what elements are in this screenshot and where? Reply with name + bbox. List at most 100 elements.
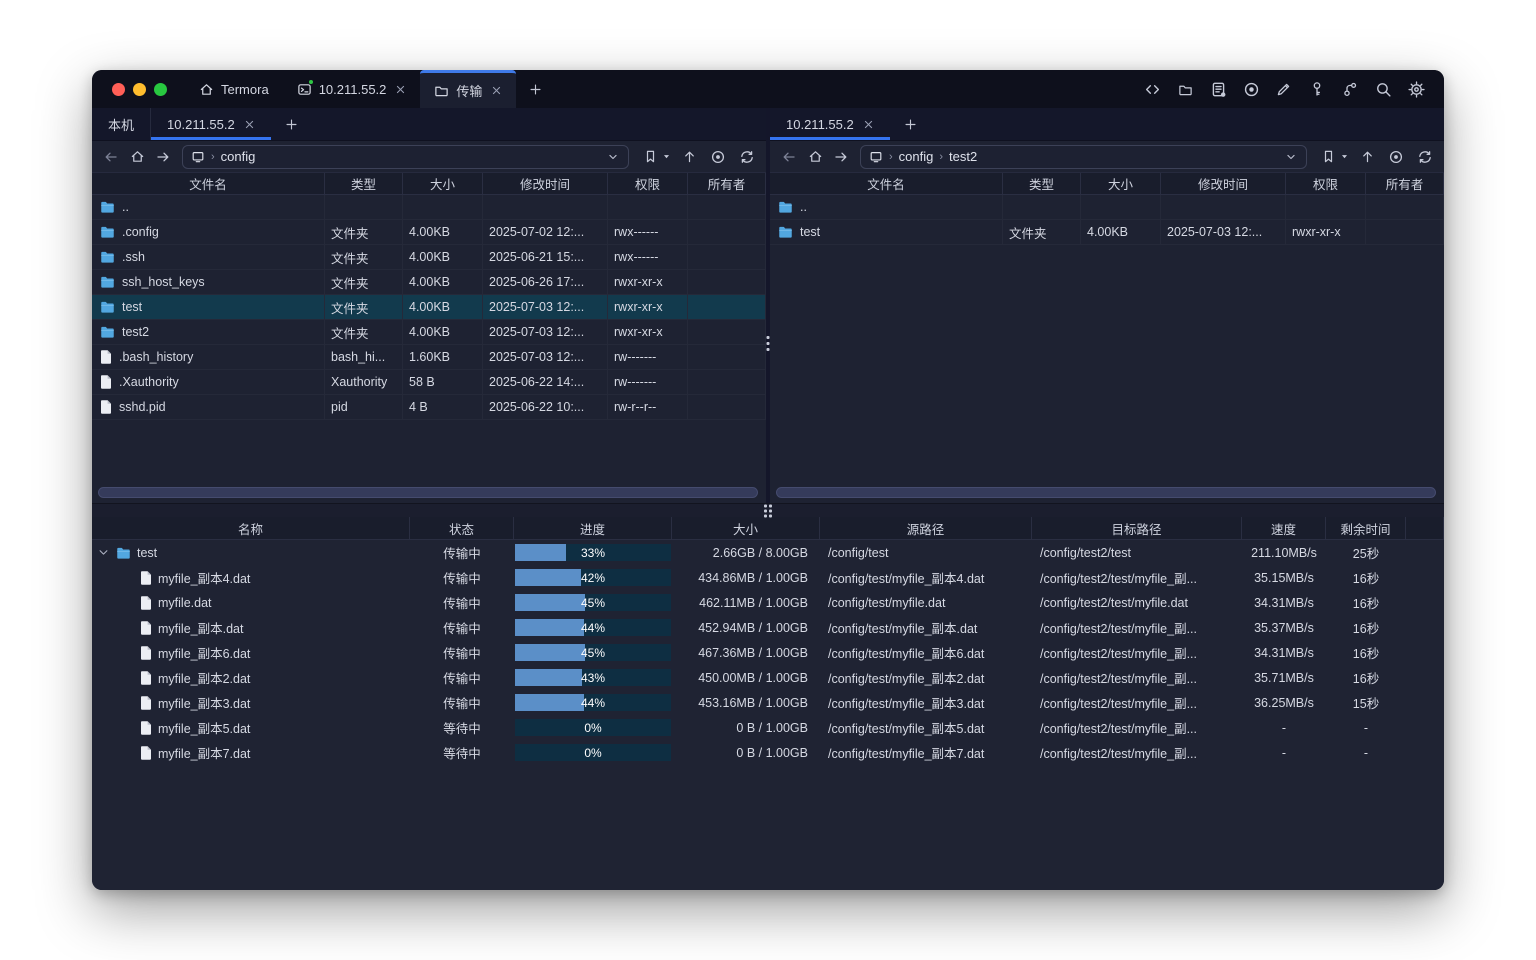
close-icon[interactable] xyxy=(395,84,406,95)
column-header[interactable]: 修改时间 xyxy=(1161,173,1286,195)
horizontal-splitter-grip[interactable] xyxy=(764,504,772,517)
chevron-down-icon[interactable] xyxy=(606,150,620,164)
close-icon[interactable] xyxy=(244,119,255,130)
transfer-row[interactable]: myfile_副本3.dat传输中44%453.16MB / 1.00GB/co… xyxy=(92,690,1444,715)
close-icon[interactable] xyxy=(863,119,874,130)
column-header[interactable]: 大小 xyxy=(403,173,483,195)
chevron-down-icon[interactable] xyxy=(1284,150,1298,164)
file-row[interactable]: ssh_host_keys文件夹4.00KB2025-06-26 17:...r… xyxy=(92,270,766,295)
file-row[interactable]: .config文件夹4.00KB2025-07-02 12:...rwx----… xyxy=(92,220,766,245)
file-row[interactable]: test文件夹4.00KB2025-07-03 12:...rwxr-xr-x xyxy=(770,220,1444,245)
file-row[interactable]: .bash_historybash_hi...1.60KB2025-07-03 … xyxy=(92,345,766,370)
close-icon[interactable] xyxy=(491,85,502,96)
column-header[interactable]: 文件名 xyxy=(770,173,1003,195)
column-header[interactable]: 类型 xyxy=(325,173,403,195)
column-header[interactable]: 状态 xyxy=(410,517,514,539)
breadcrumb-segment[interactable]: config xyxy=(221,149,256,164)
file-row[interactable]: .ssh文件夹4.00KB2025-06-21 15:...rwx------ xyxy=(92,245,766,270)
left-tab-10-211-55-2[interactable]: 10.211.55.2 xyxy=(151,108,271,140)
keychain-icon[interactable] xyxy=(1338,77,1362,101)
left-new-tab-button[interactable] xyxy=(271,108,312,140)
show-hidden-eye-icon[interactable] xyxy=(707,146,729,168)
transfer-row[interactable]: myfile_副本5.dat等待中0%0 B / 1.00GB/config/t… xyxy=(92,715,1444,740)
parent-directory-icon[interactable] xyxy=(1356,146,1378,168)
column-header[interactable]: 源路径 xyxy=(820,517,1032,539)
window-tab--[interactable]: 传输 xyxy=(420,70,516,108)
close-window-button[interactable] xyxy=(112,83,125,96)
column-header[interactable]: 大小 xyxy=(1081,173,1161,195)
right-tab-10-211-55-2[interactable]: 10.211.55.2 xyxy=(770,108,890,140)
bookmark-icon[interactable] xyxy=(639,146,661,168)
column-header[interactable]: 所有者 xyxy=(1366,173,1444,195)
search-icon[interactable] xyxy=(1371,77,1395,101)
forward-icon[interactable] xyxy=(152,146,174,168)
refresh-icon[interactable] xyxy=(1414,146,1436,168)
left-horizontal-scrollbar[interactable] xyxy=(98,487,758,498)
horizontal-splitter[interactable] xyxy=(92,503,1444,517)
bookmark-control[interactable] xyxy=(639,146,671,168)
code-icon[interactable] xyxy=(1140,77,1164,101)
chevron-expand-icon[interactable] xyxy=(96,546,110,559)
folder-icon[interactable] xyxy=(1173,77,1197,101)
column-header[interactable]: 剩余时间 xyxy=(1326,517,1406,539)
right-new-tab-button[interactable] xyxy=(890,108,931,140)
new-window-tab-button[interactable] xyxy=(516,70,555,108)
transfer-row[interactable]: test传输中33%2.66GB / 8.00GB/config/test/co… xyxy=(92,540,1444,565)
show-hidden-eye-icon[interactable] xyxy=(1385,146,1407,168)
home-icon[interactable] xyxy=(126,146,148,168)
breadcrumb-segment[interactable]: config xyxy=(899,149,934,164)
back-icon[interactable] xyxy=(100,146,122,168)
transfer-row[interactable]: myfile_副本7.dat等待中0%0 B / 1.00GB/config/t… xyxy=(92,740,1444,765)
column-header[interactable]: 权限 xyxy=(608,173,688,195)
settings-icon[interactable] xyxy=(1404,77,1428,101)
window-tab-10-211-55-2[interactable]: 10.211.55.2 xyxy=(283,70,421,108)
left-tab--[interactable]: 本机 xyxy=(92,108,151,140)
transfer-row[interactable]: myfile_副本6.dat传输中45%467.36MB / 1.00GB/co… xyxy=(92,640,1444,665)
file-row[interactable]: .XauthorityXauthority58 B2025-06-22 14:.… xyxy=(92,370,766,395)
file-row[interactable]: .. xyxy=(770,195,1444,220)
column-header[interactable]: 进度 xyxy=(514,517,672,539)
column-header[interactable] xyxy=(1406,517,1444,539)
column-header[interactable]: 目标路径 xyxy=(1032,517,1242,539)
column-header[interactable]: 大小 xyxy=(672,517,820,539)
back-icon[interactable] xyxy=(778,146,800,168)
file-row[interactable]: .. xyxy=(92,195,766,220)
column-header[interactable]: 类型 xyxy=(1003,173,1081,195)
refresh-icon[interactable] xyxy=(736,146,758,168)
folder-icon xyxy=(434,83,449,98)
transfer-row[interactable]: myfile.dat传输中45%462.11MB / 1.00GB/config… xyxy=(92,590,1444,615)
transfer-progress-cell: 44% xyxy=(514,615,672,640)
bookmark-control[interactable] xyxy=(1317,146,1349,168)
transfer-row[interactable]: myfile_副本4.dat传输中42%434.86MB / 1.00GB/co… xyxy=(92,565,1444,590)
edit-icon[interactable] xyxy=(1272,77,1296,101)
transfer-row[interactable]: myfile_副本.dat传输中44%452.94MB / 1.00GB/con… xyxy=(92,615,1444,640)
home-icon[interactable] xyxy=(804,146,826,168)
right-horizontal-scrollbar[interactable] xyxy=(776,487,1436,498)
left-breadcrumb[interactable]: ›config xyxy=(182,145,629,169)
right-breadcrumb[interactable]: ›config›test2 xyxy=(860,145,1307,169)
transfer-source-cell: /config/test/myfile_副本.dat xyxy=(820,615,1032,640)
zoom-window-button[interactable] xyxy=(154,83,167,96)
key-icon[interactable] xyxy=(1305,77,1329,101)
parent-directory-icon[interactable] xyxy=(678,146,700,168)
file-row[interactable]: sshd.pidpid4 B2025-06-22 10:...rw-r--r-- xyxy=(92,395,766,420)
bookmark-icon[interactable] xyxy=(1317,146,1339,168)
file-owner-cell xyxy=(1366,220,1444,245)
column-header[interactable]: 修改时间 xyxy=(483,173,608,195)
file-row[interactable]: test文件夹4.00KB2025-07-03 12:...rwxr-xr-x xyxy=(92,295,766,320)
record-icon[interactable] xyxy=(1239,77,1263,101)
minimize-window-button[interactable] xyxy=(133,83,146,96)
column-header[interactable]: 权限 xyxy=(1286,173,1366,195)
column-header[interactable]: 速度 xyxy=(1242,517,1326,539)
column-header[interactable]: 文件名 xyxy=(92,173,325,195)
column-header[interactable]: 所有者 xyxy=(688,173,766,195)
window-tab-termora[interactable]: Termora xyxy=(185,70,283,108)
snippets-icon[interactable] xyxy=(1206,77,1230,101)
caret-down-icon[interactable] xyxy=(1340,152,1349,161)
column-header[interactable]: 名称 xyxy=(92,517,410,539)
forward-icon[interactable] xyxy=(830,146,852,168)
caret-down-icon[interactable] xyxy=(662,152,671,161)
transfer-row[interactable]: myfile_副本2.dat传输中43%450.00MB / 1.00GB/co… xyxy=(92,665,1444,690)
file-row[interactable]: test2文件夹4.00KB2025-07-03 12:...rwxr-xr-x xyxy=(92,320,766,345)
breadcrumb-segment[interactable]: test2 xyxy=(949,149,977,164)
